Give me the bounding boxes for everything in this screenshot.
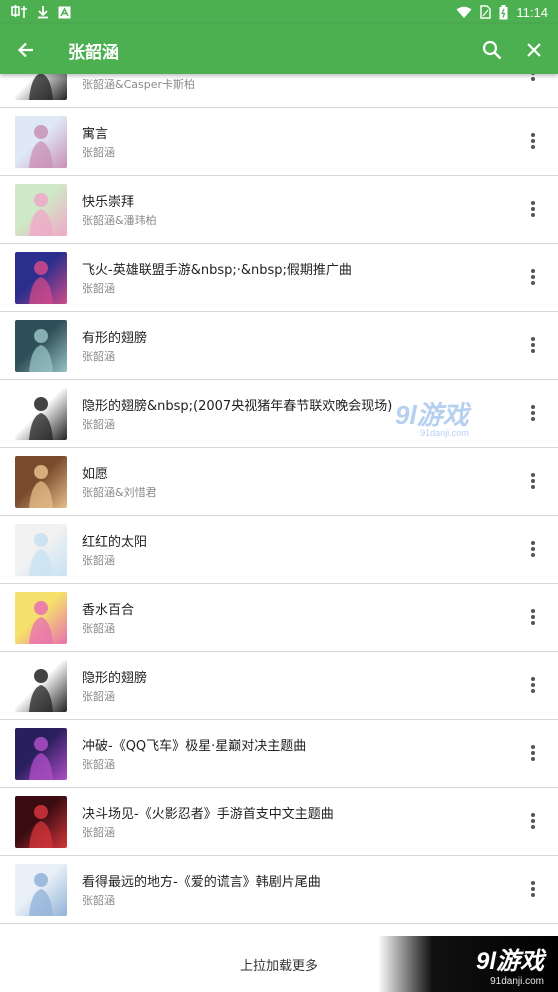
album-cover-image [15, 660, 67, 712]
page-title: 张韶涵 [68, 43, 119, 63]
a-badge-icon [58, 6, 71, 19]
watermark-brand: 9l游戏 [475, 948, 544, 975]
load-more-label: 上拉加载更多 [239, 958, 318, 974]
song-title: 隐形的翅膀 [82, 671, 148, 686]
album-cover-image [15, 320, 67, 372]
song-row[interactable]: 如愿张韶涵&刘惜君 [0, 448, 558, 516]
watermark-mid-brand: 9l游戏 [395, 400, 469, 430]
album-cover-image [15, 592, 67, 644]
song-title: 如愿 [82, 467, 109, 482]
more-options-icon[interactable] [522, 468, 544, 494]
song-row[interactable]: 决斗场见-《火影忍者》手游首支中文主题曲 张韶涵 [0, 788, 558, 856]
song-title: 隐形的翅膀&nbsp;(2007央视猪年春节联欢晚会现场) [82, 399, 393, 414]
wifi-icon [456, 6, 472, 19]
watermark-mid: 9l游戏 91danji.com [395, 395, 469, 438]
more-options-icon[interactable] [522, 536, 544, 562]
song-artist: 张韶涵 [82, 554, 115, 567]
more-options-icon[interactable] [522, 604, 544, 630]
song-artist: 张韶涵 [82, 758, 115, 771]
song-row[interactable]: 隐形的翅膀 张韶涵 [0, 652, 558, 720]
album-cover-image [15, 728, 67, 780]
album-cover-image [15, 388, 67, 440]
status-left-icons [10, 5, 71, 19]
more-options-icon[interactable] [522, 128, 544, 154]
album-cover-image [15, 116, 67, 168]
more-options-icon[interactable] [522, 400, 544, 426]
song-row[interactable]: 隐形的翅膀&nbsp;(2007央视猪年春节联欢晚会现场) 张韶涵 [0, 380, 558, 448]
sim-icon [480, 5, 492, 19]
app-toolbar: 张韶涵 [0, 24, 558, 74]
song-title: 香水百合 [82, 603, 135, 618]
song-row[interactable]: 冲破-《QQ飞车》极星·星巅对决主题曲 张韶涵 [0, 720, 558, 788]
close-icon[interactable] [520, 36, 548, 64]
song-title: 决斗场见-《火影忍者》手游首支中文主题曲 [82, 807, 334, 822]
back-arrow-icon[interactable] [12, 36, 40, 64]
song-row[interactable]: 有形的翅膀 张韶涵 [0, 312, 558, 380]
song-artist: 张韶涵&刘惜君 [82, 486, 157, 499]
song-title: 飞火-英雄联盟手游&nbsp;·&nbsp;假期推广曲 [82, 263, 352, 278]
more-options-icon[interactable] [522, 876, 544, 902]
song-artist: 张韶涵 [82, 894, 115, 907]
song-artist: 张韶涵 [82, 690, 115, 703]
more-options-icon[interactable] [522, 672, 544, 698]
more-options-icon[interactable] [522, 264, 544, 290]
song-row[interactable]: 飞火-英雄联盟手游&nbsp;·&nbsp;假期推广曲 张韶涵 [0, 244, 558, 312]
album-cover-image [15, 524, 67, 576]
watermark-domain: 91danji.com [490, 976, 544, 987]
download-icon [36, 5, 50, 19]
song-title: 冲破-《QQ飞车》极星·星巅对决主题曲 [82, 739, 307, 754]
song-artist: 张韶涵&潘玮柏 [82, 214, 157, 227]
album-cover-image [15, 184, 67, 236]
song-row[interactable]: 香水百合 张韶涵 [0, 584, 558, 652]
song-row[interactable]: 寓言 张韶涵 [0, 108, 558, 176]
more-options-icon[interactable] [522, 332, 544, 358]
more-options-icon[interactable] [522, 808, 544, 834]
song-title: 看得最远的地方-《爱的谎言》韩剧片尾曲 [82, 875, 321, 890]
song-list: 夜空中最亮的星张韶涵&Casper卡斯柏寓言张韶涵快乐崇拜张韶涵&潘玮柏飞火-英… [0, 40, 558, 924]
album-cover-image [15, 456, 67, 508]
song-row[interactable]: 红红的太阳 张韶涵 [0, 516, 558, 584]
watermark-corner: 9l游戏 91danji.com [378, 936, 558, 992]
song-title: 寓言 [82, 127, 109, 142]
search-icon[interactable] [478, 36, 506, 64]
song-title: 快乐崇拜 [82, 195, 135, 210]
app-notification-icon [10, 5, 28, 19]
album-cover-image [15, 796, 67, 848]
song-artist: 张韶涵 [82, 146, 115, 159]
song-artist: 张韶涵 [82, 418, 115, 431]
song-row[interactable]: 看得最远的地方-《爱的谎言》韩剧片尾曲 张韶涵 [0, 856, 558, 924]
album-cover-image [15, 252, 67, 304]
song-artist: 张韶涵&Casper卡斯柏 [82, 78, 196, 91]
status-bar: 11:14 [0, 0, 558, 24]
song-artist: 张韶涵 [82, 826, 115, 839]
song-title: 有形的翅膀 [82, 331, 148, 346]
song-title: 红红的太阳 [82, 535, 148, 550]
battery-icon [499, 4, 508, 20]
song-artist: 张韶涵 [82, 622, 115, 635]
more-options-icon[interactable] [522, 196, 544, 222]
song-row[interactable]: 快乐崇拜张韶涵&潘玮柏 [0, 176, 558, 244]
more-options-icon[interactable] [522, 740, 544, 766]
song-artist: 张韶涵 [82, 350, 115, 363]
song-artist: 张韶涵 [82, 282, 115, 295]
album-cover-image [15, 864, 67, 916]
status-right-icons: 11:14 [456, 4, 548, 20]
clock-text: 11:14 [516, 4, 548, 20]
